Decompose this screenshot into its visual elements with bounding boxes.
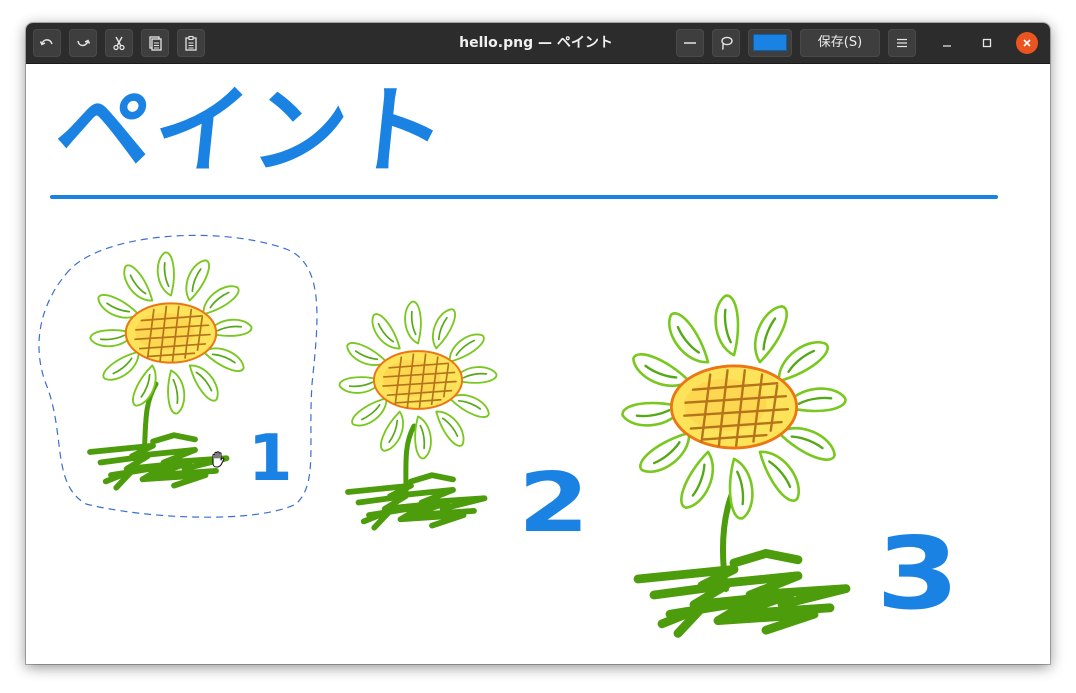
paste-button[interactable] [177,29,205,57]
close-icon [1023,39,1031,47]
copy-icon [149,36,162,51]
undo-icon [39,39,53,46]
copy-button[interactable] [141,29,169,57]
maximize-icon [982,38,992,48]
redo-button[interactable] [69,29,97,57]
undo-button[interactable] [33,29,61,57]
cut-button[interactable] [105,29,133,57]
number-label-1: 1 [248,422,293,496]
hamburger-menu-icon [897,38,907,48]
maximize-button[interactable] [976,32,998,54]
clipboard-icon [185,35,197,51]
color-picker-button[interactable] [748,29,792,57]
minimize-icon [943,45,951,47]
save-button[interactable]: 保存(S) [800,29,880,57]
window-title: hello.png — ペイント [459,35,613,51]
minimize-button[interactable] [936,32,958,54]
line-icon [684,42,696,44]
line-tool-button[interactable] [676,29,704,57]
close-button[interactable] [1016,32,1038,54]
lasso-icon [721,36,733,50]
scissors-icon [113,36,125,51]
lasso-tool-button[interactable] [712,29,740,57]
drawing-canvas[interactable]: ペイント 1 2 3 [26,64,1050,664]
title-bar[interactable]: hello.png — ペイント 保存(S) [26,23,1050,64]
number-label-2: 2 [518,456,590,551]
number-label-3: 3 [876,515,960,632]
redo-icon [77,39,91,47]
main-menu-button[interactable] [888,29,916,57]
current-color-swatch [753,34,787,51]
grab-hand-icon [212,451,225,468]
app-window: hello.png — ペイント 保存(S) ペイント 1 2 3 [26,23,1050,664]
